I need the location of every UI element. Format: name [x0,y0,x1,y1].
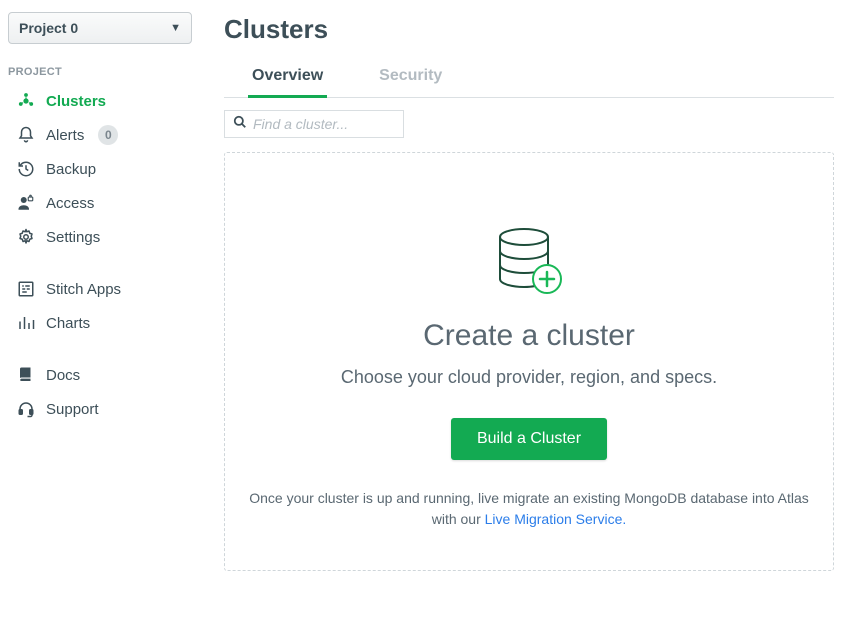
sidebar-item-settings[interactable]: Settings [6,220,200,254]
tab-overview[interactable]: Overview [248,67,327,98]
sidebar-item-label: Backup [46,161,96,178]
nav-divider [6,254,200,272]
sidebar-item-label: Stitch Apps [46,281,121,298]
empty-state-panel: Create a cluster Choose your cloud provi… [224,152,834,571]
tab-security[interactable]: Security [375,67,446,98]
live-migration-link[interactable]: Live Migration Service. [485,511,627,527]
search-input[interactable] [253,116,395,132]
project-selector[interactable]: Project 0 ▼ [8,12,192,44]
search-icon [233,115,247,134]
sidebar-item-support[interactable]: Support [6,392,200,426]
history-icon [16,159,36,179]
sidebar-item-label: Clusters [46,93,106,110]
database-plus-icon [249,225,809,297]
chevron-down-icon: ▼ [170,22,181,34]
project-selector-label: Project 0 [19,20,78,36]
sidebar-item-label: Docs [46,367,80,384]
sidebar-item-docs[interactable]: Docs [6,358,200,392]
sidebar-item-backup[interactable]: Backup [6,152,200,186]
headset-icon [16,399,36,419]
sidebar-item-label: Charts [46,315,90,332]
sidebar-item-stitch-apps[interactable]: Stitch Apps [6,272,200,306]
empty-state-subtitle: Choose your cloud provider, region, and … [249,367,809,388]
page-title: Clusters [224,14,834,45]
empty-state-footer: Once your cluster is up and running, liv… [249,488,809,530]
sidebar-item-label: Alerts [46,127,84,144]
bar-chart-icon [16,313,36,333]
bell-icon [16,125,36,145]
sidebar-item-label: Settings [46,229,100,246]
gear-icon [16,227,36,247]
sidebar-item-access[interactable]: Access [6,186,200,220]
user-lock-icon [16,193,36,213]
sidebar-item-label: Support [46,401,99,418]
sidebar-item-label: Access [46,195,94,212]
sidebar-item-charts[interactable]: Charts [6,306,200,340]
build-cluster-button[interactable]: Build a Cluster [451,418,607,460]
empty-state-title: Create a cluster [249,319,809,353]
nav-divider [6,340,200,358]
apps-icon [16,279,36,299]
search-container [224,110,404,138]
sidebar-item-alerts[interactable]: Alerts 0 [6,118,200,152]
cluster-icon [16,91,36,111]
alerts-count-badge: 0 [98,125,118,145]
tabs: Overview Security [224,67,834,98]
book-icon [16,365,36,385]
sidebar-item-clusters[interactable]: Clusters [6,84,200,118]
sidebar-section-label: PROJECT [8,66,200,78]
